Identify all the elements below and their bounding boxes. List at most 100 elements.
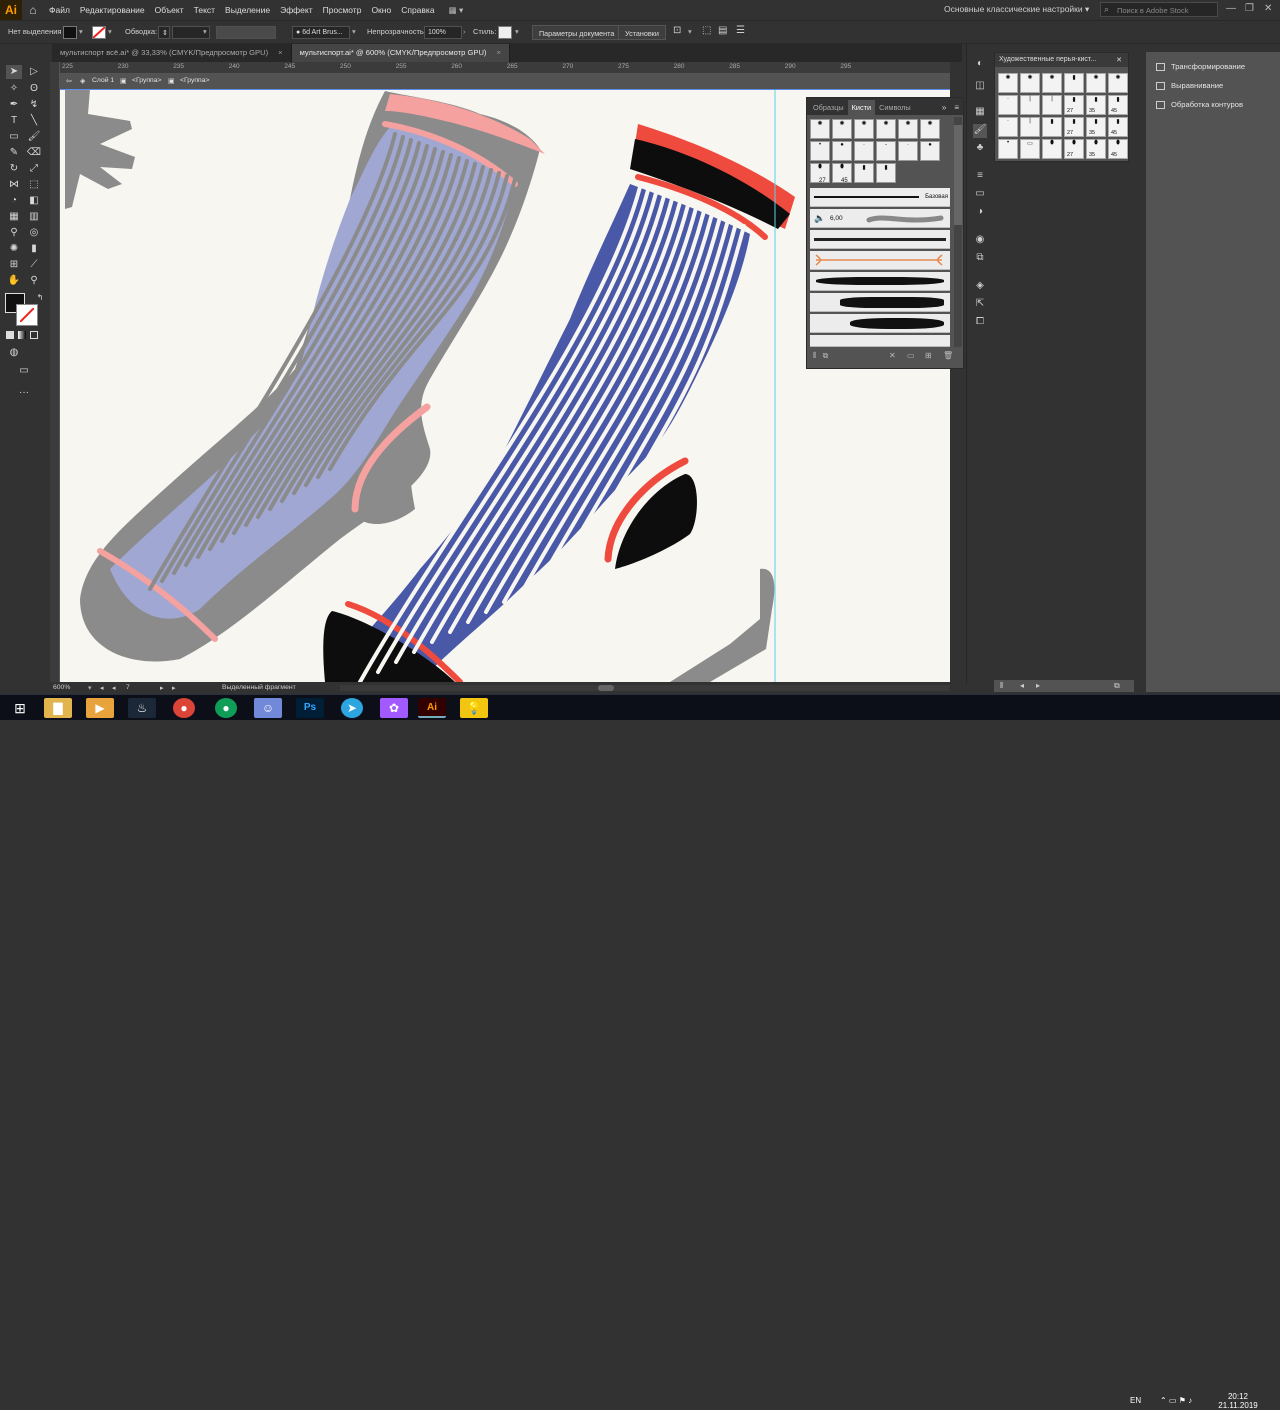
art-brush-swatch[interactable]: ·	[998, 95, 1018, 115]
menu-object[interactable]: Объект	[150, 5, 189, 15]
arrange-icon[interactable]: ▤	[718, 25, 727, 36]
symbol-sprayer-tool-icon[interactable]: ✺	[6, 242, 22, 256]
grey-plant-shape[interactable]	[670, 568, 775, 682]
brush-swatch[interactable]: -	[876, 141, 896, 161]
back-arrow-icon[interactable]: ⇦	[66, 77, 72, 85]
stroke-swatch[interactable]	[92, 26, 106, 39]
art-brush-swatch[interactable]: |	[1042, 95, 1062, 115]
art-brush-swatch[interactable]: ▮	[1064, 73, 1084, 93]
steam-icon[interactable]: ♨	[128, 698, 156, 718]
graph-tool-icon[interactable]: ▮	[26, 242, 42, 256]
art-brush-swatch[interactable]: ✺	[998, 73, 1018, 93]
delete-brush-icon[interactable]: 🗑	[943, 351, 953, 360]
eraser-tool-icon[interactable]: ⌫	[26, 146, 42, 160]
artboards-panel-icon[interactable]: ⧠	[973, 316, 987, 330]
remove-stroke-icon[interactable]: ✕	[889, 351, 896, 360]
brush-swatch[interactable]: ✺	[920, 119, 940, 139]
breadcrumb-group-2[interactable]: <Группа>	[180, 77, 209, 84]
brush-swatch[interactable]: ·	[854, 141, 874, 161]
brush-definition-field[interactable]: ● 6d Art Brus...	[292, 26, 350, 39]
maximize-icon[interactable]: ❐	[1245, 3, 1254, 14]
art-brush-1[interactable]	[810, 230, 950, 249]
type-tool-icon[interactable]: T	[6, 114, 22, 128]
system-clock[interactable]: 20:12 21.11.2019	[1208, 1392, 1268, 1410]
brush-swatch[interactable]: •	[810, 141, 830, 161]
rotate-tool-icon[interactable]: ↻	[6, 162, 22, 176]
chevron-down-icon[interactable]: ▾	[88, 684, 91, 692]
art-brush-swatch[interactable]: •	[998, 139, 1018, 159]
panel-menu-icon[interactable]: ≡	[950, 100, 963, 115]
options-icon[interactable]: ▭	[907, 351, 915, 360]
tray-icons[interactable]: ⌃ ▭ ⚑ ♪	[1160, 1396, 1192, 1405]
art-brush-2[interactable]	[810, 272, 950, 291]
chevron-down-icon[interactable]: ▾	[79, 27, 83, 36]
menu-edit[interactable]: Редактирование	[75, 5, 150, 15]
art-brush-4[interactable]	[810, 314, 950, 333]
art-brush-swatch[interactable]: ⬮	[1042, 139, 1062, 159]
lasso-tool-icon[interactable]: ʘ	[26, 82, 42, 96]
libraries-icon[interactable]: ⧉	[823, 351, 829, 360]
rectangle-tool-icon[interactable]: ▭	[6, 130, 22, 144]
swap-colors-icon[interactable]: ↰	[32, 291, 48, 305]
export-panel-icon[interactable]: ⇱	[973, 298, 987, 312]
color-mode-icon[interactable]	[6, 331, 14, 339]
menu-window[interactable]: Окно	[366, 5, 396, 15]
transparency-panel-icon[interactable]: ◑	[973, 206, 987, 220]
draw-mode-icon[interactable]: ◍	[6, 346, 22, 360]
align-icon[interactable]: ⊡	[673, 25, 681, 36]
next-library-icon[interactable]: ▸	[1036, 681, 1040, 690]
workspace-layout-icon[interactable]: ▦ ▾	[444, 5, 469, 16]
tab-document-2[interactable]: мультиспорт.ai* @ 600% (CMYK/Предпросмот…	[291, 44, 510, 62]
input-language[interactable]: EN	[1130, 1396, 1141, 1405]
stock-search-input[interactable]: ⌕ Поиск в Adobe Stock	[1100, 2, 1218, 17]
dark-sock-heel[interactable]	[615, 474, 697, 569]
art-brush-swatch[interactable]: |	[1020, 117, 1040, 137]
transform-panel-item[interactable]: Трансформирование	[1156, 62, 1245, 71]
tab-symbols[interactable]: Символы	[875, 100, 915, 115]
opacity-field[interactable]: 100%	[424, 26, 462, 39]
chevron-right-icon[interactable]: ›	[463, 27, 466, 36]
breadcrumb-group-1[interactable]: <Группа>	[132, 77, 161, 84]
art-brush-swatch[interactable]: ▮	[1042, 117, 1062, 137]
menu-help[interactable]: Справка	[396, 5, 439, 15]
chrome-icon[interactable]: ●	[173, 698, 195, 718]
chevron-down-icon[interactable]: ▾	[352, 27, 356, 36]
width-tool-icon[interactable]: ⋈	[6, 178, 22, 192]
chevron-down-icon[interactable]: ▾	[108, 27, 112, 36]
art-brush-swatch[interactable]: ✺	[1042, 73, 1062, 93]
menu-text[interactable]: Текст	[189, 5, 220, 15]
tab-document-1[interactable]: мультиспорт всё.ai* @ 33,33% (CMYK/Предп…	[52, 44, 292, 62]
stroke-color-icon[interactable]	[16, 304, 38, 326]
art-brush-swatch[interactable]: ✺	[1086, 73, 1106, 93]
artboard-tool-icon[interactable]: ⊞	[6, 258, 22, 272]
direct-selection-tool-icon[interactable]: ▷	[26, 65, 42, 79]
selection-tool-icon[interactable]: ➤	[6, 65, 22, 79]
calligraphic-brush[interactable]: 🔈 6,00	[810, 209, 950, 228]
brush-library-icon[interactable]: ⫴	[813, 351, 816, 360]
save-library-icon[interactable]: ⧉	[1114, 681, 1120, 691]
brushes-panel-icon[interactable]: 🖌	[973, 124, 987, 138]
minimize-icon[interactable]: —	[1226, 3, 1236, 14]
chrome-2-icon[interactable]: ●	[215, 698, 237, 718]
close-tab-icon[interactable]: ×	[496, 48, 500, 57]
more-tools-icon[interactable]: ···	[16, 386, 32, 400]
gradient-mode-icon[interactable]	[18, 331, 26, 339]
style-swatch[interactable]	[498, 26, 512, 39]
hand-tool-icon[interactable]: ✋	[6, 274, 22, 288]
brush-swatch[interactable]: ✺	[810, 119, 830, 139]
vertical-ruler[interactable]	[50, 62, 60, 682]
chevron-down-icon[interactable]: ▾	[688, 27, 692, 36]
eyedropper-tool-icon[interactable]: ⚲	[6, 226, 22, 240]
discord-icon[interactable]: ☺	[254, 698, 282, 718]
brush-swatch[interactable]: ▮	[876, 163, 896, 183]
basic-brush[interactable]: Базовая	[810, 188, 950, 207]
menu-view[interactable]: Просмотр	[318, 5, 367, 15]
photoshop-icon[interactable]: Ps	[296, 698, 324, 718]
brush-swatch[interactable]: ●	[920, 141, 940, 161]
none-mode-icon[interactable]	[30, 331, 38, 339]
prev-artboard-icon[interactable]: ◂	[100, 684, 103, 692]
color-guide-icon[interactable]: ◫	[973, 80, 987, 94]
gradient-panel-icon[interactable]: ▭	[973, 188, 987, 202]
transform-icon[interactable]: ⬚	[702, 25, 711, 36]
menu-file[interactable]: Файл	[44, 5, 75, 15]
